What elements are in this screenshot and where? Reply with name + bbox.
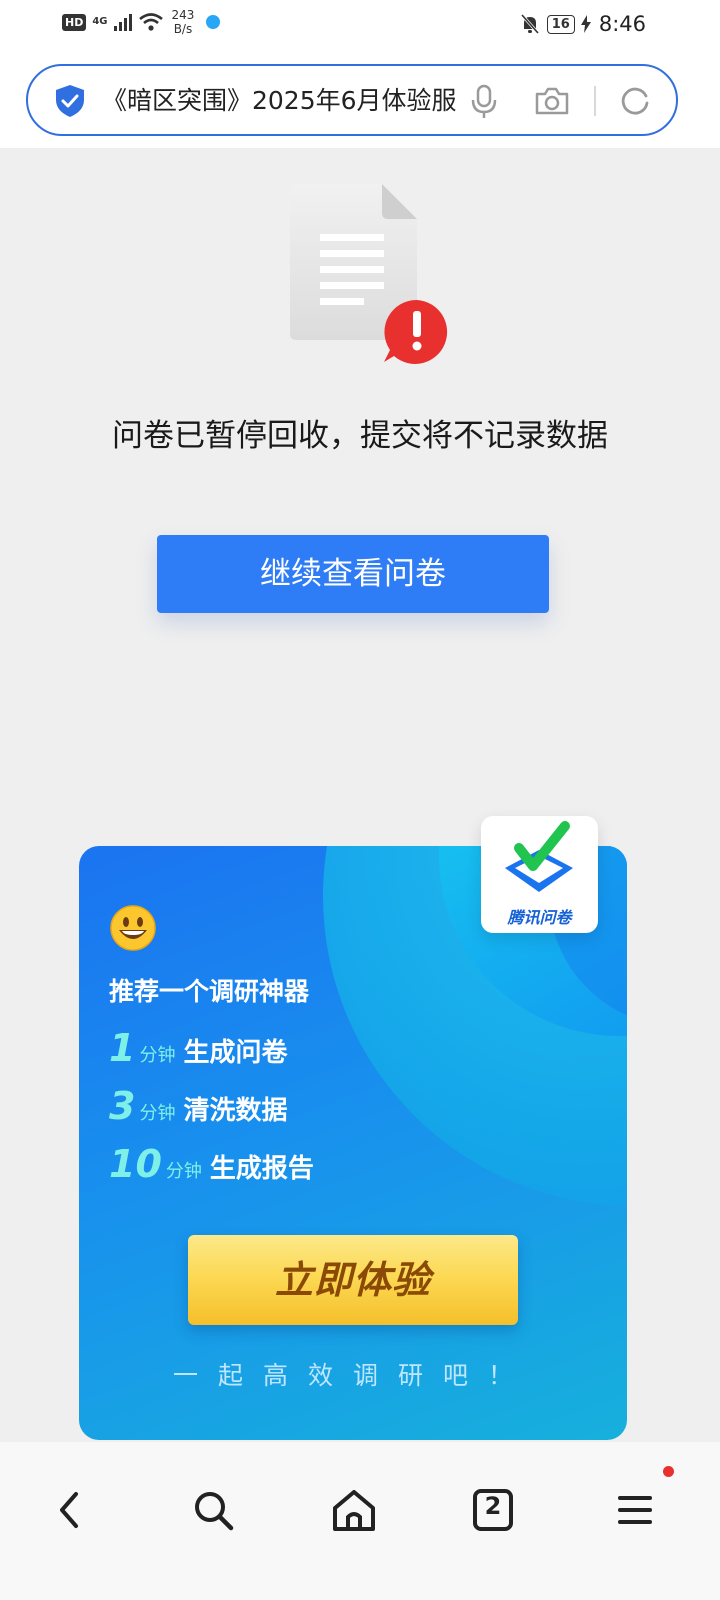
feature-unit: 分钟 bbox=[165, 1161, 202, 1182]
status-right: 16 8:46 bbox=[519, 12, 646, 36]
battery-level: 16 bbox=[546, 14, 575, 34]
paused-message: 问卷已暂停回收，提交将不记录数据 bbox=[112, 418, 608, 454]
status-left: HD 4G 243 B/s bbox=[62, 8, 221, 36]
microphone-icon[interactable] bbox=[470, 84, 498, 120]
signal-icon bbox=[113, 13, 132, 31]
feature-unit: 分钟 bbox=[139, 1045, 176, 1066]
address-bar[interactable]: 《暗区突围》2025年6月体验服 bbox=[26, 64, 678, 136]
bottom-navigation: 2 bbox=[0, 1442, 720, 1600]
feature-text: 生成报告 bbox=[209, 1154, 314, 1184]
feature-row: 1 分钟 生成问卷 bbox=[109, 1026, 287, 1070]
feature-text: 生成问卷 bbox=[183, 1038, 288, 1068]
feature-row: 3 分钟 清洗数据 bbox=[109, 1084, 287, 1128]
feature-number: 10 bbox=[109, 1142, 162, 1186]
status-bar: HD 4G 243 B/s 16 8:46 bbox=[0, 0, 720, 50]
refresh-icon[interactable] bbox=[618, 84, 652, 118]
app-notification-icon bbox=[206, 15, 221, 29]
search-icon[interactable] bbox=[183, 1480, 243, 1540]
camera-icon[interactable] bbox=[534, 84, 570, 118]
feature-number: 3 bbox=[109, 1084, 136, 1128]
logo-text: 腾讯问卷 bbox=[507, 908, 572, 927]
shield-check-icon[interactable] bbox=[54, 84, 86, 118]
menu-icon[interactable] bbox=[605, 1480, 665, 1540]
smiley-emoji-icon bbox=[110, 905, 156, 951]
promo-headline: 推荐一个调研神器 bbox=[109, 977, 310, 1006]
network-speed: 243 B/s bbox=[171, 8, 195, 36]
back-icon[interactable] bbox=[40, 1480, 100, 1540]
tencent-survey-logo: 腾讯问卷 bbox=[481, 816, 598, 933]
promo-tagline: 一起高效调研吧！ bbox=[172, 1361, 533, 1390]
home-icon[interactable] bbox=[324, 1480, 384, 1540]
notification-dot bbox=[663, 1466, 674, 1477]
bell-muted-icon bbox=[520, 14, 539, 34]
clock: 8:46 bbox=[598, 12, 646, 36]
try-now-button[interactable]: 立即体验 bbox=[188, 1235, 518, 1325]
feature-row: 10 分钟 生成报告 bbox=[109, 1142, 314, 1186]
tabs-button[interactable]: 2 bbox=[463, 1480, 523, 1540]
browser-header: 《暗区突围》2025年6月体验服 bbox=[0, 50, 720, 148]
checkmark-logo-icon bbox=[505, 821, 573, 892]
network-type: 4G bbox=[92, 16, 108, 27]
url-text[interactable]: 《暗区突围》2025年6月体验服 bbox=[102, 84, 468, 118]
feature-text: 清洗数据 bbox=[183, 1096, 288, 1126]
wifi-icon bbox=[138, 13, 163, 31]
address-divider bbox=[594, 86, 596, 116]
tab-count: 2 bbox=[484, 1492, 502, 1520]
continue-view-button[interactable]: 继续查看问卷 bbox=[157, 535, 549, 613]
hd-badge: HD bbox=[62, 13, 87, 31]
charging-icon bbox=[580, 15, 591, 33]
feature-number: 1 bbox=[109, 1026, 136, 1070]
promo-card: 推荐一个调研神器 1 分钟 生成问卷 3 分钟 清洗数据 10 分钟 生成报告 … bbox=[79, 846, 627, 1440]
document-warning-icon bbox=[290, 184, 448, 364]
feature-unit: 分钟 bbox=[139, 1103, 176, 1124]
